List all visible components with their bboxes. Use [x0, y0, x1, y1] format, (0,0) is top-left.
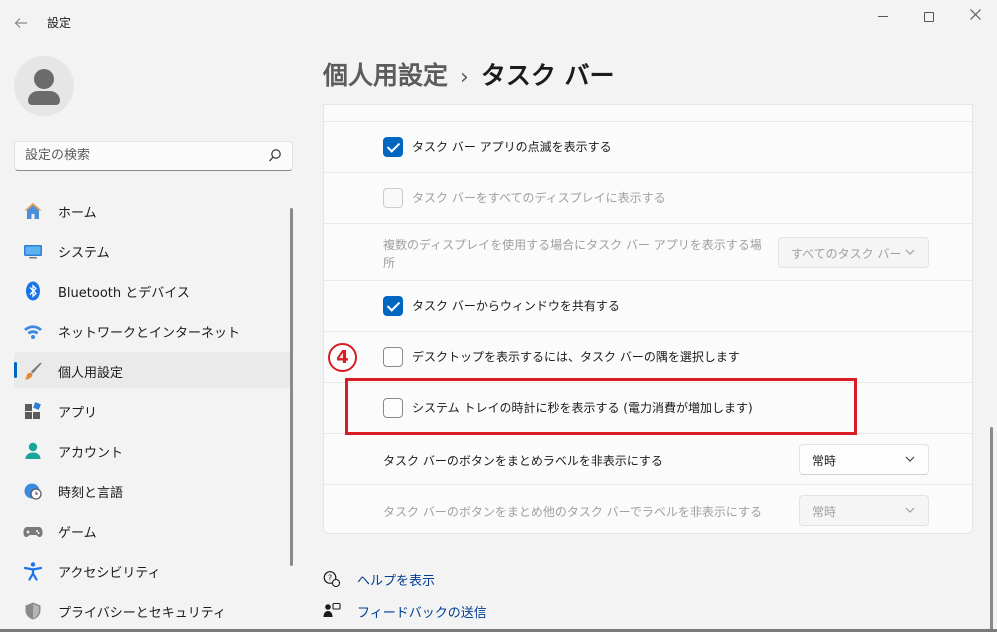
sidebar-item-time-language[interactable]: 時刻と言語 [14, 472, 293, 508]
back-button[interactable] [10, 12, 32, 34]
sidebar-item-bluetooth[interactable]: Bluetooth とデバイス [14, 272, 293, 308]
sidebar-item-accessibility[interactable]: アクセシビリティ [14, 552, 293, 588]
selected-indicator [14, 362, 17, 378]
setting-row-flash-apps[interactable]: タスク バー アプリの点滅を表示する [324, 121, 972, 173]
sidebar-item-label: アクセシビリティ [58, 566, 161, 581]
breadcrumb-parent[interactable]: 個人用設定 [323, 61, 448, 90]
sidebar-item-label: ゲーム [58, 526, 97, 541]
breadcrumb-separator: › [460, 65, 469, 90]
sidebar-item-apps[interactable]: アプリ [14, 392, 293, 428]
search-box [14, 141, 293, 171]
feedback-link-label: フィードバックの送信 [357, 606, 487, 621]
sidebar-item-network[interactable]: ネットワークとインターネット [14, 312, 293, 348]
annotation-step-badge: 4 [328, 343, 357, 372]
setting-label: タスク バーからウィンドウを共有する [412, 299, 620, 313]
minimize-button[interactable] [860, 6, 906, 28]
setting-label: タスク バーのボタンをまとめラベルを非表示にする [383, 454, 663, 468]
sidebar-item-personalization[interactable]: 個人用設定 [14, 352, 293, 388]
dropdown-multi-display-location[interactable]: すべてのタスク バー [778, 237, 929, 268]
checkbox-flash-apps[interactable] [383, 137, 403, 157]
sidebar-item-label: アプリ [58, 406, 98, 421]
sidebar-item-gaming[interactable]: ゲーム [14, 512, 293, 548]
setting-row-show-desktop-corner[interactable]: デスクトップを表示するには、タスク バーの隅を選択します [324, 331, 972, 383]
bluetooth-icon [26, 281, 40, 301]
setting-row-combine-other-taskbars: タスク バーのボタンをまとめ他のタスク バーでラベルを非表示にする 常時 [324, 484, 972, 533]
sidebar-item-home[interactable]: ホーム [14, 192, 293, 228]
sidebar-item-label: 時刻と言語 [58, 486, 124, 501]
sidebar-item-label: 個人用設定 [58, 366, 124, 381]
sidebar-item-label: ネットワークとインターネット [58, 326, 241, 341]
maximize-icon [924, 11, 934, 22]
taskbar-behaviors-panel: タスク バー アプリの点滅を表示する タスク バーをすべてのディスプレイに表示す… [323, 104, 973, 534]
account-icon [25, 442, 41, 459]
dropdown-combine-buttons[interactable]: 常時 [799, 444, 929, 475]
dropdown-value: 常時 [812, 505, 837, 519]
help-link[interactable]: ? ヘルプを表示 [323, 570, 473, 589]
help-link-label: ヘルプを表示 [357, 574, 436, 589]
sidebar-scrollbar[interactable] [290, 208, 293, 566]
setting-label: 複数のディスプレイを使用する場合にタスク バー アプリを表示する場 [383, 238, 762, 252]
title-bar: 設定 [0, 0, 997, 46]
setting-label: タスク バー アプリの点滅を表示する [412, 140, 612, 154]
back-arrow-icon [14, 18, 27, 28]
wifi-icon [24, 325, 42, 339]
search-icon[interactable] [268, 148, 282, 164]
home-icon [24, 203, 42, 219]
checkbox-show-desktop-corner[interactable] [383, 347, 403, 367]
breadcrumb: 個人用設定 › タスク バー [323, 56, 615, 92]
sidebar-item-label: アカウント [58, 446, 124, 461]
setting-label-continued: 所 [383, 256, 396, 270]
avatar[interactable] [14, 56, 74, 116]
checkbox-all-displays[interactable] [383, 188, 403, 208]
app-title: 設定 [47, 16, 72, 30]
setting-label: タスク バーのボタンをまとめ他のタスク バーでラベルを非表示にする [383, 505, 763, 519]
minimize-icon [878, 16, 888, 17]
maximize-button[interactable] [906, 6, 952, 28]
close-icon [969, 9, 981, 20]
help-icon: ? [323, 571, 341, 588]
page-title: タスク バー [480, 61, 615, 90]
setting-label: デスクトップを表示するには、タスク バーの隅を選択します [412, 350, 740, 364]
sidebar-item-system[interactable]: システム [14, 232, 293, 268]
apps-icon [25, 402, 41, 419]
close-button[interactable] [952, 6, 997, 28]
sidebar-nav: ホーム システム Bluetooth とデバイス ネットワークとインターネット … [14, 192, 293, 632]
search-input[interactable] [25, 148, 260, 163]
feedback-link[interactable]: フィードバックの送信 [323, 602, 487, 621]
setting-row-multi-display-location: 複数のディスプレイを使用する場合にタスク バー アプリを表示する場 所 すべての… [324, 223, 972, 281]
dropdown-combine-other-taskbars[interactable]: 常時 [799, 495, 929, 526]
sidebar-item-accounts[interactable]: アカウント [14, 432, 293, 468]
accessibility-icon [23, 562, 43, 581]
avatar-body [28, 91, 60, 105]
feedback-icon [323, 602, 341, 617]
system-display-icon [24, 245, 42, 259]
setting-row-share-window[interactable]: タスク バーからウィンドウを共有する [324, 280, 972, 332]
sidebar-item-label: ホーム [58, 206, 97, 221]
sidebar-item-privacy-security[interactable]: プライバシーとセキュリティ [14, 592, 293, 628]
setting-label: タスク バーをすべてのディスプレイに表示する [412, 191, 666, 205]
paintbrush-icon [25, 362, 42, 380]
checkbox-share-window[interactable] [383, 296, 403, 316]
dropdown-value: 常時 [812, 454, 837, 468]
sidebar-item-label: Bluetooth とデバイス [58, 286, 190, 301]
chevron-down-icon [905, 249, 915, 255]
gamepad-icon [23, 527, 43, 537]
avatar-head [34, 69, 54, 89]
setting-row-combine-buttons: タスク バーのボタンをまとめラベルを非表示にする 常時 [324, 433, 972, 485]
sidebar-item-label: プライバシーとセキュリティ [58, 606, 226, 621]
sidebar-item-label: システム [58, 246, 110, 261]
annotation-highlight-box [345, 378, 857, 435]
content-scrollbar[interactable] [990, 427, 993, 632]
dropdown-value: すべてのタスク バー [791, 247, 902, 261]
chevron-down-icon [905, 456, 915, 462]
chevron-down-icon [905, 507, 915, 513]
clock-globe-icon [24, 483, 42, 500]
shield-icon [25, 602, 41, 620]
svg-text:?: ? [328, 574, 332, 583]
setting-row-all-displays[interactable]: タスク バーをすべてのディスプレイに表示する [324, 172, 972, 224]
